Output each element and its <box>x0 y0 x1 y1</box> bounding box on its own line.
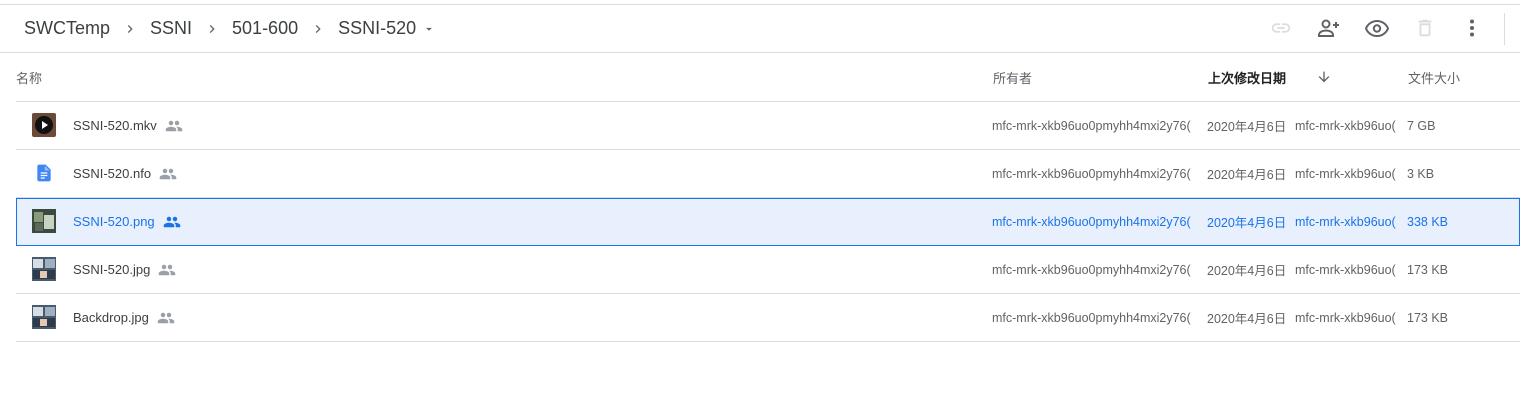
owner-cell: mfc-mrk-xkb96uo0pmyhh4mxi2y76( <box>992 214 1191 229</box>
more-vert-icon[interactable] <box>1460 16 1484 40</box>
owner-cell: mfc-mrk-xkb96uo0pmyhh4mxi2y76( <box>992 118 1191 133</box>
column-name[interactable]: 名称 <box>16 53 42 101</box>
file-list: SSNI-520.mkv mfc-mrk-xkb96uo0pmyhh4mxi2y… <box>16 102 1520 342</box>
column-header-row: 名称 所有者 上次修改日期 文件大小 <box>16 53 1520 102</box>
modified-by-cell: mfc-mrk-xkb96uo( <box>1295 166 1396 181</box>
preview-eye-icon[interactable] <box>1365 16 1389 40</box>
modified-by-cell: mfc-mrk-xkb96uo( <box>1295 262 1396 277</box>
table-row[interactable]: Backdrop.jpg mfc-mrk-xkb96uo0pmyhh4mxi2y… <box>16 294 1520 342</box>
shared-people-icon <box>165 117 183 135</box>
size-cell: 7 GB <box>1407 118 1436 133</box>
image-thumbnail-icon <box>32 209 56 233</box>
modified-by-cell: mfc-mrk-xkb96uo( <box>1295 310 1396 325</box>
sort-arrow-down-icon[interactable] <box>1316 53 1332 101</box>
modified-date-cell: 2020年4月6日 <box>1207 168 1287 182</box>
table-row[interactable]: SSNI-520.jpg mfc-mrk-xkb96uo0pmyhh4mxi2y… <box>16 246 1520 294</box>
owner-cell: mfc-mrk-xkb96uo0pmyhh4mxi2y76( <box>992 166 1191 181</box>
size-cell: 173 KB <box>1407 262 1449 277</box>
file-name-text: SSNI-520.mkv <box>73 118 157 133</box>
trash-icon[interactable] <box>1413 16 1437 40</box>
header-bar: SWCTemp SSNI 501-600 SSNI-520 <box>0 5 1520 53</box>
column-size[interactable]: 文件大小 <box>1408 53 1460 101</box>
file-name-text: SSNI-520.png <box>73 214 155 229</box>
modified-by-cell: mfc-mrk-xkb96uo( <box>1295 214 1396 229</box>
document-icon <box>32 161 56 185</box>
table-row[interactable]: SSNI-520.nfo mfc-mrk-xkb96uo0pmyhh4mxi2y… <box>16 150 1520 198</box>
file-name-text: SSNI-520.nfo <box>73 166 152 181</box>
file-name-text: Backdrop.jpg <box>73 310 149 325</box>
file-name: SSNI-520.jpg <box>73 246 176 293</box>
shared-people-icon <box>159 165 177 183</box>
file-name: SSNI-520.png <box>73 198 181 245</box>
toolbar-divider <box>1504 13 1505 45</box>
size-cell: 3 KB <box>1407 166 1435 181</box>
owner-cell: mfc-mrk-xkb96uo0pmyhh4mxi2y76( <box>992 262 1191 277</box>
modified-date-cell: 2020年4月6日 <box>1207 216 1287 230</box>
toolbar <box>0 5 1520 52</box>
modified-date-cell: 2020年4月6日 <box>1207 312 1287 326</box>
link-icon[interactable] <box>1269 16 1293 40</box>
video-thumbnail-icon <box>32 113 56 137</box>
modified-date-cell: 2020年4月6日 <box>1207 264 1287 278</box>
add-person-icon[interactable] <box>1317 16 1341 40</box>
image-thumbnail-icon <box>32 257 56 281</box>
file-name: SSNI-520.nfo <box>73 150 177 197</box>
owner-cell: mfc-mrk-xkb96uo0pmyhh4mxi2y76( <box>992 310 1191 325</box>
shared-people-icon <box>158 261 176 279</box>
file-name: Backdrop.jpg <box>73 294 175 341</box>
modified-date-cell: 2020年4月6日 <box>1207 120 1287 134</box>
shared-people-icon <box>163 213 181 231</box>
column-owner[interactable]: 所有者 <box>993 53 1032 101</box>
modified-by-cell: mfc-mrk-xkb96uo( <box>1295 118 1396 133</box>
table-row[interactable]: SSNI-520.mkv mfc-mrk-xkb96uo0pmyhh4mxi2y… <box>16 102 1520 150</box>
file-name: SSNI-520.mkv <box>73 102 183 149</box>
shared-people-icon <box>157 309 175 327</box>
size-cell: 173 KB <box>1407 310 1449 325</box>
table-row-selected[interactable]: SSNI-520.png mfc-mrk-xkb96uo0pmyhh4mxi2y… <box>16 198 1520 246</box>
size-cell: 338 KB <box>1407 214 1449 229</box>
column-modified[interactable]: 上次修改日期 <box>1208 53 1286 101</box>
file-name-text: SSNI-520.jpg <box>73 262 151 277</box>
image-thumbnail-icon <box>32 305 56 329</box>
